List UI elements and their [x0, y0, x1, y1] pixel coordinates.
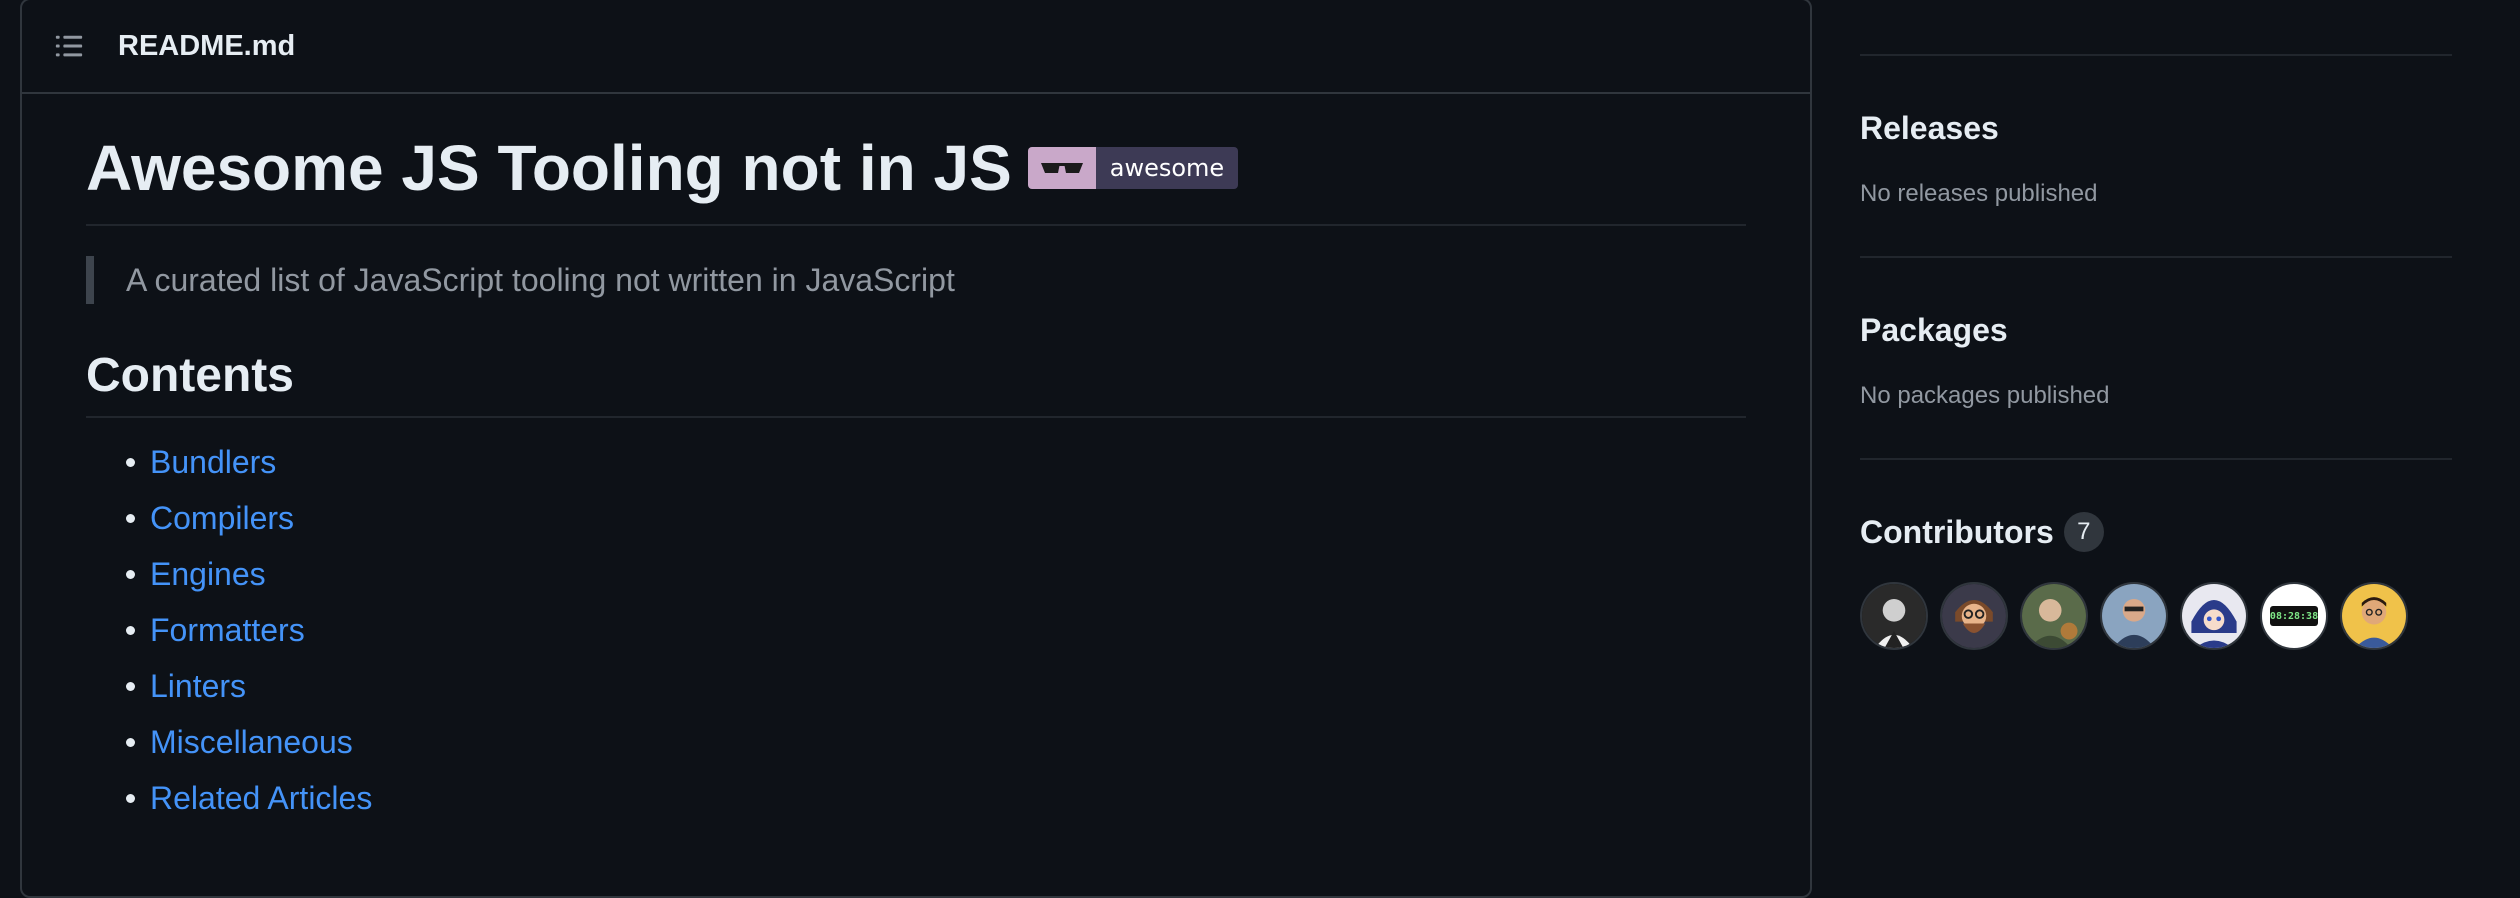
- toc-link-related-articles[interactable]: Related Articles: [150, 780, 372, 816]
- list-item: Linters: [126, 658, 1746, 714]
- packages-section: Packages No packages published: [1860, 258, 2452, 458]
- avatar[interactable]: [1860, 582, 1928, 650]
- toc-link-miscellaneous[interactable]: Miscellaneous: [150, 724, 353, 760]
- badge-label: awesome: [1095, 147, 1239, 189]
- avatar[interactable]: 08:28:38: [2260, 582, 2328, 650]
- bullet-icon: [126, 626, 135, 635]
- avatar[interactable]: [2340, 582, 2408, 650]
- avatar[interactable]: [2020, 582, 2088, 650]
- list-item: Engines: [126, 546, 1746, 602]
- contributors-avatars: 08:28:38: [1860, 582, 2452, 650]
- toc-link-engines[interactable]: Engines: [150, 556, 266, 592]
- readme-panel: README.md Awesome JS Tooling not in JS a…: [20, 0, 1812, 898]
- toc-link-compilers[interactable]: Compilers: [150, 500, 294, 536]
- releases-section: Releases No releases published: [1860, 56, 2452, 256]
- list-item: Related Articles: [126, 770, 1746, 826]
- list-item: Formatters: [126, 602, 1746, 658]
- contributors-section: Contributors 7 08:28:38: [1860, 460, 2452, 702]
- contents-heading: Contents: [86, 346, 1746, 418]
- readme-title-row: Awesome JS Tooling not in JS awesome: [86, 130, 1746, 226]
- contributors-title[interactable]: Contributors: [1860, 514, 2054, 551]
- readme-filename[interactable]: README.md: [118, 30, 295, 63]
- list-item: Bundlers: [126, 434, 1746, 490]
- repo-sidebar: Releases No releases published Packages …: [1860, 0, 2452, 702]
- bullet-icon: [126, 458, 135, 467]
- readme-body: Awesome JS Tooling not in JS awesome A c…: [22, 130, 1810, 826]
- contributors-count-badge: 7: [2063, 512, 2104, 552]
- clock-avatar-text: 08:28:38: [2270, 606, 2318, 626]
- bullet-icon: [126, 794, 135, 803]
- bullet-icon: [126, 514, 135, 523]
- readme-header: README.md: [22, 0, 1810, 94]
- bullet-icon: [126, 570, 135, 579]
- avatar[interactable]: [1940, 582, 2008, 650]
- bullet-icon: [126, 738, 135, 747]
- readme-title: Awesome JS Tooling not in JS: [86, 132, 1012, 204]
- readme-description: A curated list of JavaScript tooling not…: [86, 256, 1746, 304]
- list-item: Compilers: [126, 490, 1746, 546]
- packages-heading[interactable]: Packages: [1860, 308, 2452, 352]
- contributors-heading[interactable]: Contributors 7: [1860, 510, 2452, 554]
- releases-text: No releases published: [1860, 180, 2098, 207]
- awesome-badge[interactable]: awesome: [1027, 147, 1239, 189]
- packages-text: No packages published: [1860, 382, 2110, 409]
- list-item: Miscellaneous: [126, 714, 1746, 770]
- toc-link-formatters[interactable]: Formatters: [150, 612, 305, 648]
- toc-link-linters[interactable]: Linters: [150, 668, 246, 704]
- bullet-icon: [126, 682, 135, 691]
- releases-heading[interactable]: Releases: [1860, 106, 2452, 150]
- list-icon[interactable]: [54, 31, 84, 61]
- toc-link-bundlers[interactable]: Bundlers: [150, 444, 276, 480]
- avatar[interactable]: [2180, 582, 2248, 650]
- sunglasses-icon: [1027, 147, 1096, 189]
- avatar[interactable]: [2100, 582, 2168, 650]
- contents-list: Bundlers Compilers Engines Formatters Li…: [86, 434, 1746, 826]
